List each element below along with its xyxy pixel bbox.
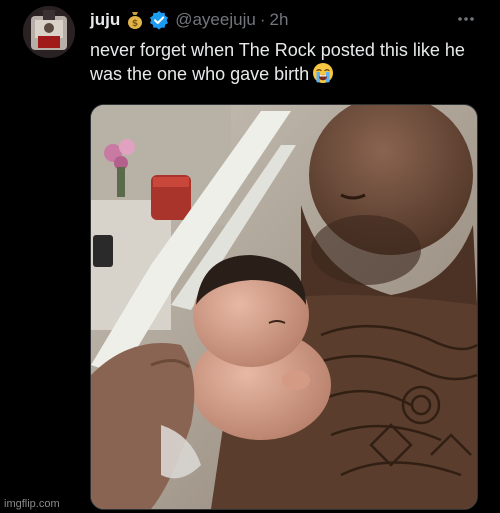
- handle[interactable]: @ayeejuju: [175, 10, 256, 30]
- photo-illustration: [91, 105, 477, 509]
- tweet-text: never forget when The Rock posted this l…: [90, 38, 490, 86]
- separator-dot: ·: [259, 10, 266, 29]
- svg-text:$: $: [132, 19, 138, 29]
- verified-badge-icon[interactable]: [149, 10, 169, 30]
- avatar-image: [23, 6, 75, 58]
- avatar[interactable]: [23, 6, 75, 58]
- more-options-icon[interactable]: [456, 10, 476, 28]
- imgflip-watermark: imgflip.com: [4, 498, 60, 510]
- tweet-text-content: never forget when The Rock posted this l…: [90, 40, 465, 84]
- tweet-header: juju $ @ayeejuju · 2h: [90, 8, 480, 32]
- loudly-crying-face-icon: [312, 62, 334, 84]
- tweet-media-photo[interactable]: [90, 104, 478, 510]
- timestamp[interactable]: 2h: [269, 10, 288, 30]
- money-bag-icon: $: [125, 10, 145, 30]
- display-name[interactable]: juju: [90, 10, 120, 30]
